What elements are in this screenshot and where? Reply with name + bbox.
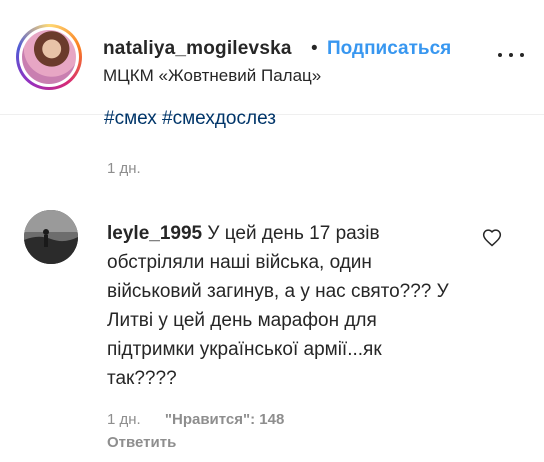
avatar-frame xyxy=(19,27,79,87)
comment-likes[interactable]: "Нравится": 148 xyxy=(165,411,284,428)
profile-avatar[interactable] xyxy=(16,24,82,90)
reply-button[interactable]: Ответить xyxy=(107,434,176,451)
separator-dot: • xyxy=(311,38,318,59)
post-timestamp: 1 дн. xyxy=(107,160,141,177)
post-location[interactable]: МЦКМ «Жовтневий Палац» xyxy=(103,66,321,86)
comment-timestamp: 1 дн. xyxy=(107,411,141,428)
avatar-silhouette xyxy=(24,210,78,264)
post-header: nataliya_mogilevska • Подписаться МЦКМ «… xyxy=(0,0,544,115)
follow-button[interactable]: Подписаться xyxy=(327,38,451,60)
post-hashtags[interactable]: #смех #смехдослез xyxy=(104,108,404,132)
post-username[interactable]: nataliya_mogilevska xyxy=(103,38,308,60)
comment-avatar[interactable] xyxy=(24,210,78,264)
comment-body: leyle_1995 У цей день 17 разів обстрілял… xyxy=(107,219,452,393)
comment-text: У цей день 17 разів обстріляли наші війс… xyxy=(107,223,449,389)
comment-username[interactable]: leyle_1995 xyxy=(107,223,202,244)
heart-icon[interactable] xyxy=(482,228,502,248)
comment-meta: 1 дн. "Нравится": 148 xyxy=(107,411,284,428)
avatar-photo xyxy=(22,30,76,84)
more-options-icon[interactable] xyxy=(494,45,528,65)
